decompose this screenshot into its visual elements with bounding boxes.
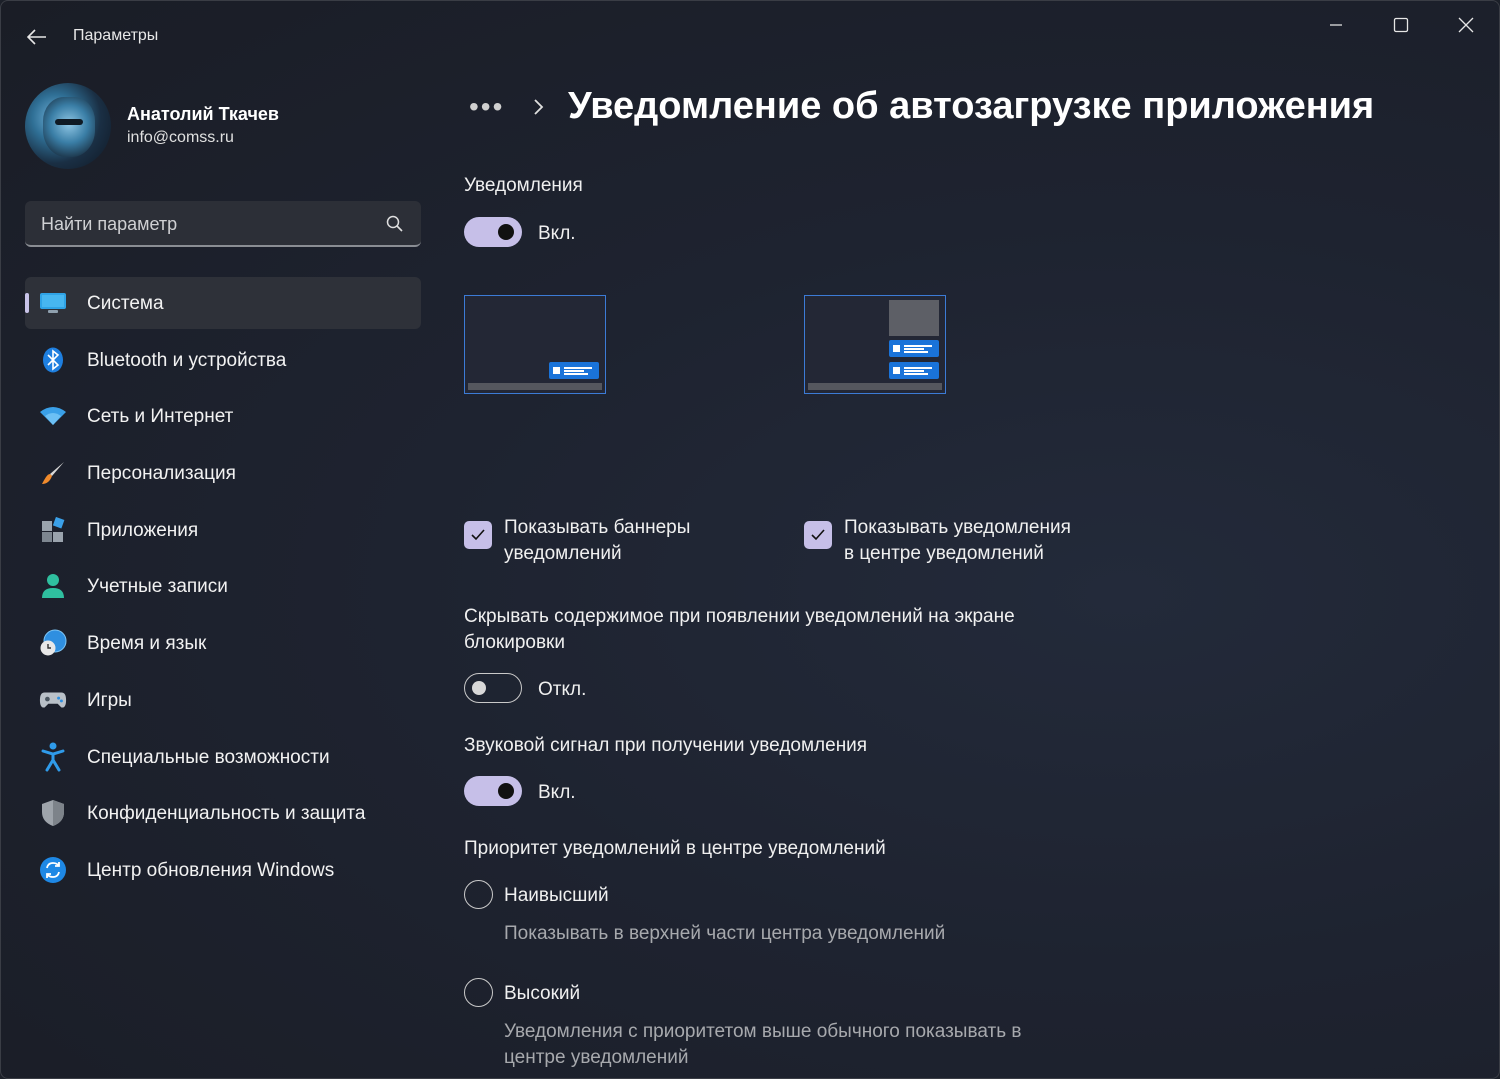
sidebar-item-bluetooth[interactable]: Bluetooth и устройства: [25, 334, 421, 386]
sidebar-item-label: Bluetooth и устройства: [87, 349, 287, 371]
sidebar-item-label: Время и язык: [87, 633, 207, 655]
show-banners-checkbox[interactable]: [464, 521, 492, 549]
shield-icon: [39, 800, 67, 827]
settings-window: Параметры Анатолий Ткачев info@comss.ru …: [0, 0, 1500, 1079]
wifi-icon: [39, 403, 67, 429]
banner-preview-image: [464, 295, 606, 394]
sound-toggle[interactable]: [464, 776, 522, 806]
search-input[interactable]: Найти параметр: [25, 201, 421, 247]
taskbar-graphic: [468, 383, 602, 390]
maximize-icon: [1393, 17, 1409, 33]
sidebar-item-label: Система: [87, 293, 164, 314]
accessibility-icon: [39, 742, 67, 771]
label-line: блокировки: [464, 632, 565, 653]
check-icon: [811, 529, 825, 541]
toggle-knob: [498, 224, 514, 240]
bluetooth-icon: [39, 347, 67, 373]
priority-highest-radio[interactable]: [464, 880, 493, 909]
notifications-toggle[interactable]: [464, 217, 522, 247]
page-title: Уведомление об автозагрузке приложения: [568, 85, 1375, 127]
minimize-icon: [1330, 24, 1342, 26]
sidebar-item-accounts[interactable]: Учетные записи: [25, 560, 421, 612]
sidebar-item-label: Конфиденциальность и защита: [87, 803, 366, 825]
label-line: Показывать уведомления: [844, 517, 1071, 538]
avatar-face: [43, 97, 95, 157]
banner-graphic: [889, 362, 939, 379]
sidebar-nav: Система Bluetooth и устройства Сеть и Ин…: [25, 277, 421, 901]
sidebar-item-label: Учетные записи: [87, 576, 228, 598]
maximize-button[interactable]: [1378, 7, 1424, 43]
lockscreen-toggle-state: Откл.: [538, 679, 587, 700]
label-line: Скрывать содержимое при появлении уведом…: [464, 606, 1015, 627]
notification-center-preview-image: [804, 295, 946, 394]
lockscreen-toggle[interactable]: [464, 673, 522, 703]
sidebar-item-label: Специальные возможности: [87, 746, 330, 768]
description-line: Уведомления с приоритетом выше обычного …: [504, 1021, 1022, 1042]
show-in-center-checkbox[interactable]: [804, 521, 832, 549]
sidebar-item-label: Сеть и Интернет: [87, 406, 234, 428]
banner-graphic: [549, 362, 599, 379]
brush-icon: [39, 460, 67, 486]
close-icon: [1458, 17, 1474, 33]
show-banners-label: Показывать баннеры уведомлений: [504, 515, 690, 567]
show-in-center-label: Показывать уведомления в центре уведомле…: [844, 515, 1071, 567]
sidebar-item-label: Персонализация: [87, 463, 236, 485]
arrow-left-icon: [27, 29, 46, 45]
sidebar-item-windows-update[interactable]: Центр обновления Windows: [25, 844, 421, 896]
avatar[interactable]: [25, 83, 111, 169]
notifications-label: Уведомления: [464, 175, 583, 196]
label-line: в центре уведомлений: [844, 543, 1044, 564]
sidebar-item-accessibility[interactable]: Специальные возможности: [25, 731, 421, 783]
sidebar-item-gaming[interactable]: Игры: [25, 674, 421, 726]
apps-icon: [39, 516, 67, 543]
search-icon: [386, 215, 403, 232]
toggle-knob: [472, 681, 486, 695]
notifications-toggle-state: Вкл.: [538, 223, 576, 244]
label-line: Показывать баннеры: [504, 517, 691, 538]
back-button[interactable]: [21, 21, 53, 53]
priority-high-description: Уведомления с приоритетом выше обычного …: [504, 1019, 1021, 1071]
sidebar-item-label: Центр обновления Windows: [87, 859, 335, 881]
user-email: info@comss.ru: [127, 129, 234, 146]
label-line: уведомлений: [504, 543, 622, 564]
lockscreen-label: Скрывать содержимое при появлении уведом…: [464, 604, 1015, 656]
taskbar-graphic: [808, 383, 942, 390]
description-line: центре уведомлений: [504, 1047, 689, 1068]
monitor-icon: [39, 290, 67, 316]
search-placeholder: Найти параметр: [41, 214, 178, 234]
sidebar-item-network[interactable]: Сеть и Интернет: [25, 390, 421, 442]
sidebar-item-time-language[interactable]: Время и язык: [25, 617, 421, 669]
priority-high-radio[interactable]: [464, 978, 493, 1007]
sidebar-item-personalization[interactable]: Персонализация: [25, 447, 421, 499]
person-icon: [39, 573, 67, 599]
chevron-right-icon: [534, 99, 544, 115]
sidebar-item-label: Приложения: [87, 519, 199, 541]
priority-highest-label: Наивысший: [504, 885, 609, 906]
active-indicator: [25, 293, 29, 313]
banner-graphic: [889, 340, 939, 357]
title-bar: Параметры: [1, 1, 1499, 73]
user-name: Анатолий Ткачев: [127, 104, 279, 124]
sidebar-item-apps[interactable]: Приложения: [25, 504, 421, 556]
update-icon: [39, 856, 67, 883]
sidebar-item-label: Игры: [87, 689, 132, 711]
priority-highest-description: Показывать в верхней части центра уведом…: [504, 923, 946, 944]
minimize-button[interactable]: [1313, 7, 1359, 43]
check-icon: [471, 529, 485, 541]
close-button[interactable]: [1443, 7, 1489, 43]
calendar-graphic: [889, 300, 939, 336]
sound-label: Звуковой сигнал при получении уведомлени…: [464, 735, 868, 756]
avatar-eyes: [55, 119, 83, 125]
toggle-knob: [498, 783, 514, 799]
app-title: Параметры: [73, 27, 159, 44]
priority-high-label: Высокий: [504, 983, 581, 1004]
sound-toggle-state: Вкл.: [538, 782, 576, 803]
breadcrumb-overflow-button[interactable]: •••: [469, 91, 504, 123]
globe-clock-icon: [39, 629, 67, 656]
sidebar-item-privacy[interactable]: Конфиденциальность и защита: [25, 787, 421, 839]
sidebar-item-system[interactable]: Система: [25, 277, 421, 329]
priority-label: Приоритет уведомлений в центре уведомлен…: [464, 838, 886, 859]
gamepad-icon: [39, 687, 67, 713]
